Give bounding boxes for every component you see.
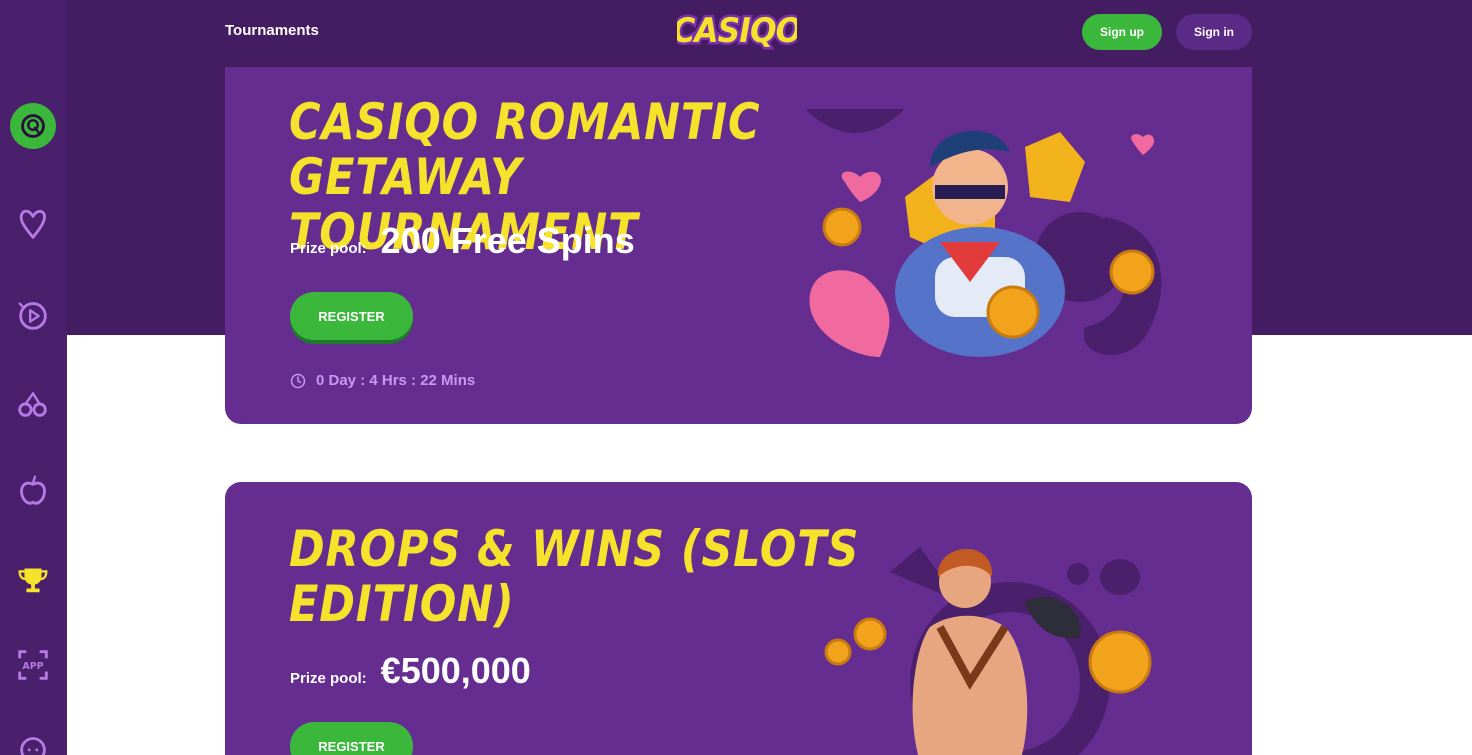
prize-pool: Prize pool: 200 Free Spins [290, 220, 635, 262]
sidebar-item-slots[interactable] [10, 380, 56, 426]
sidebar-item-table-games[interactable] [10, 467, 56, 513]
casiqo-logo[interactable]: CASIQO [677, 4, 797, 58]
site-header: Tournaments CASIQO Sign up Sign in [225, 0, 1252, 64]
tournament-card: CASIQO ROMANTIC GETAWAY TOURNAMENT Prize… [225, 67, 1252, 424]
trophy-icon [18, 568, 48, 593]
sign-up-button[interactable]: Sign up [1082, 14, 1162, 50]
register-button[interactable]: REGISTER [290, 722, 413, 755]
sidebar-item-favourites[interactable] [10, 201, 56, 247]
app-icon: APP [18, 650, 48, 680]
prize-pool-value: €500,000 [380, 650, 531, 691]
sidebar-item-home[interactable] [10, 103, 56, 149]
prize-pool: Prize pool: €500,000 [290, 650, 531, 692]
sidebar-item-tournaments[interactable] [10, 556, 56, 602]
casiqo-q-icon [21, 114, 45, 138]
svg-text:CASIQO: CASIQO [677, 11, 797, 51]
tournament-card: DROPS & WINS (SLOTS EDITION) Prize pool:… [225, 482, 1252, 755]
clock-icon [290, 373, 306, 388]
apple-icon [20, 475, 46, 505]
sidebar-item-support[interactable] [10, 725, 56, 755]
play-circle-icon [18, 302, 47, 330]
tournament-title: DROPS & WINS (SLOTS EDITION) [289, 520, 860, 633]
nav-link-tournaments[interactable]: Tournaments [225, 22, 319, 39]
prize-pool-label: Prize pool: [290, 240, 367, 257]
countdown: 0 Day : 4 Hrs : 22 Mins [290, 372, 475, 389]
heart-icon [19, 209, 46, 239]
sign-in-button[interactable]: Sign in [1176, 14, 1252, 50]
register-button[interactable]: REGISTER [290, 292, 413, 340]
countdown-text: 0 Day : 4 Hrs : 22 Mins [316, 372, 476, 389]
sidebar-item-live[interactable] [10, 292, 56, 338]
prize-pool-value: 200 Free Spins [380, 220, 635, 261]
chat-icon [20, 737, 46, 755]
tournament-artwork [805, 109, 1162, 357]
tournament-artwork [824, 547, 1152, 755]
svg-text:APP: APP [22, 661, 43, 672]
cherries-icon [18, 391, 47, 417]
sidebar-nav: APP [0, 0, 67, 755]
sidebar-item-app[interactable]: APP [10, 642, 56, 688]
prize-pool-label: Prize pool: [290, 670, 367, 687]
